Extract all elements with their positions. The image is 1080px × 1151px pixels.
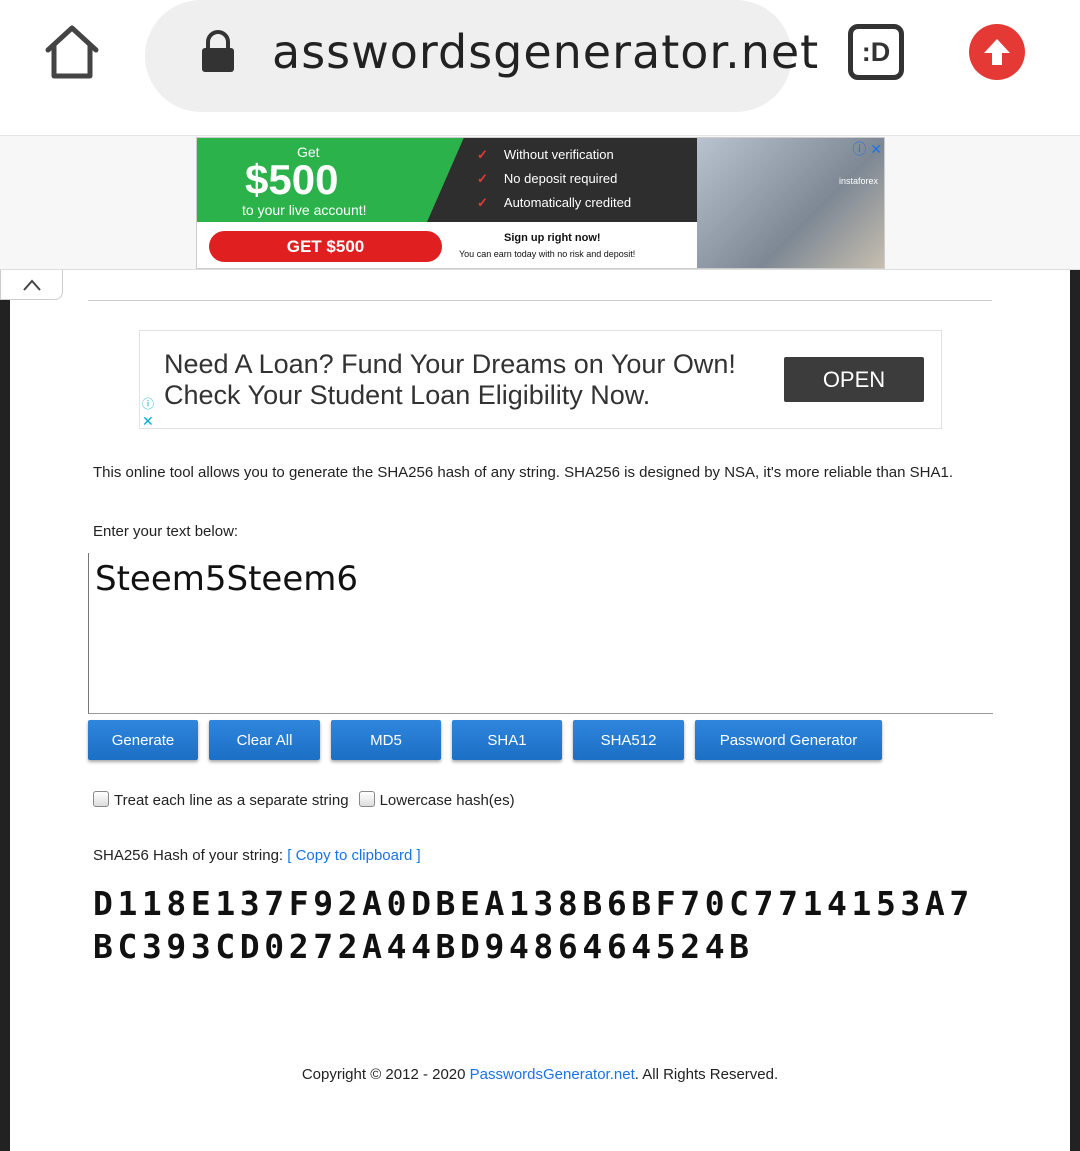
check-icon: ✓ bbox=[477, 195, 488, 210]
page-frame-left bbox=[0, 300, 10, 1151]
ad-info-icon[interactable]: ⓘ bbox=[142, 395, 154, 412]
ad-close-icon[interactable]: ⓘ ✕ bbox=[852, 139, 882, 159]
upload-arrow-icon[interactable] bbox=[969, 24, 1025, 80]
page-frame-right bbox=[1070, 270, 1080, 1151]
ad-earn-text: You can earn today with no risk and depo… bbox=[459, 249, 636, 259]
footer-site-link[interactable]: PasswordsGenerator.net bbox=[470, 1066, 635, 1083]
home-icon[interactable] bbox=[40, 20, 104, 84]
lowercase-checkbox[interactable] bbox=[358, 790, 375, 807]
hash-output: D118E137F92A0DBEA138B6BF70C7714153A7BC39… bbox=[93, 884, 974, 966]
input-prompt: Enter your text below: bbox=[93, 523, 239, 540]
generate-button[interactable]: Generate bbox=[88, 720, 198, 760]
ad-signup-text: Sign up right now! bbox=[504, 232, 601, 244]
tab-switcher-button[interactable]: :D bbox=[848, 24, 904, 80]
separate-lines-label: Treat each line as a separate string bbox=[114, 792, 349, 809]
sha512-button[interactable]: SHA512 bbox=[573, 720, 684, 760]
sha1-button[interactable]: SHA1 bbox=[452, 720, 562, 760]
banner-ad[interactable]: Get $500 to your live account! ✓ Without … bbox=[196, 137, 885, 269]
footer-rights: . All Rights Reserved. bbox=[634, 1066, 779, 1083]
lowercase-label: Lowercase hash(es) bbox=[379, 792, 515, 809]
tool-description: This online tool allows you to generate … bbox=[93, 464, 954, 481]
ad-cta-button[interactable]: GET $500 bbox=[209, 231, 442, 262]
result-label-row: SHA256 Hash of your string: [ Copy to cl… bbox=[93, 847, 421, 864]
lock-icon bbox=[198, 28, 238, 76]
ad-open-button[interactable]: OPEN bbox=[784, 357, 924, 402]
url-text[interactable]: asswordsgenerator.net bbox=[272, 25, 819, 79]
divider bbox=[88, 300, 992, 301]
collapse-ad-button[interactable] bbox=[0, 270, 63, 300]
browser-toolbar: asswordsgenerator.net :D bbox=[0, 0, 1080, 136]
md5-button[interactable]: MD5 bbox=[331, 720, 441, 760]
options-row: Treat each line as a separate string Low… bbox=[93, 790, 525, 809]
check-icon: ✓ bbox=[477, 171, 488, 186]
ad-check-item: ✓ Without verification bbox=[477, 147, 614, 162]
chevron-up-icon bbox=[22, 278, 41, 291]
ad-check-item: ✓ Automatically credited bbox=[477, 195, 632, 210]
ad-brand: instaforex bbox=[838, 176, 878, 186]
loan-ad[interactable]: Need A Loan? Fund Your Dreams on Your Ow… bbox=[139, 330, 942, 429]
copy-to-clipboard-link[interactable]: [ Copy to clipboard ] bbox=[287, 847, 420, 864]
password-generator-button[interactable]: Password Generator bbox=[695, 720, 882, 760]
ad-check-item: ✓ No deposit required bbox=[477, 171, 618, 186]
clear-all-button[interactable]: Clear All bbox=[209, 720, 320, 760]
result-label: SHA256 Hash of your string: bbox=[93, 847, 284, 864]
ad-close-icon[interactable]: ✕ bbox=[142, 413, 154, 430]
separate-lines-checkbox[interactable] bbox=[93, 790, 109, 807]
ad-headline: Need A Loan? Fund Your Dreams on Your Ow… bbox=[164, 349, 736, 379]
check-icon: ✓ bbox=[477, 147, 488, 162]
ad-amount: $500 bbox=[245, 156, 339, 203]
ad-subheadline: Check Your Student Loan Eligibility Now. bbox=[164, 380, 651, 410]
ad-live-text: to your live account! bbox=[242, 202, 367, 218]
footer: Copyright © 2012 - 2020 PasswordsGenerat… bbox=[0, 1066, 1080, 1083]
text-input[interactable]: Steem5Steem6 bbox=[88, 553, 993, 714]
footer-copyright: Copyright © 2012 - 2020 bbox=[301, 1066, 470, 1083]
